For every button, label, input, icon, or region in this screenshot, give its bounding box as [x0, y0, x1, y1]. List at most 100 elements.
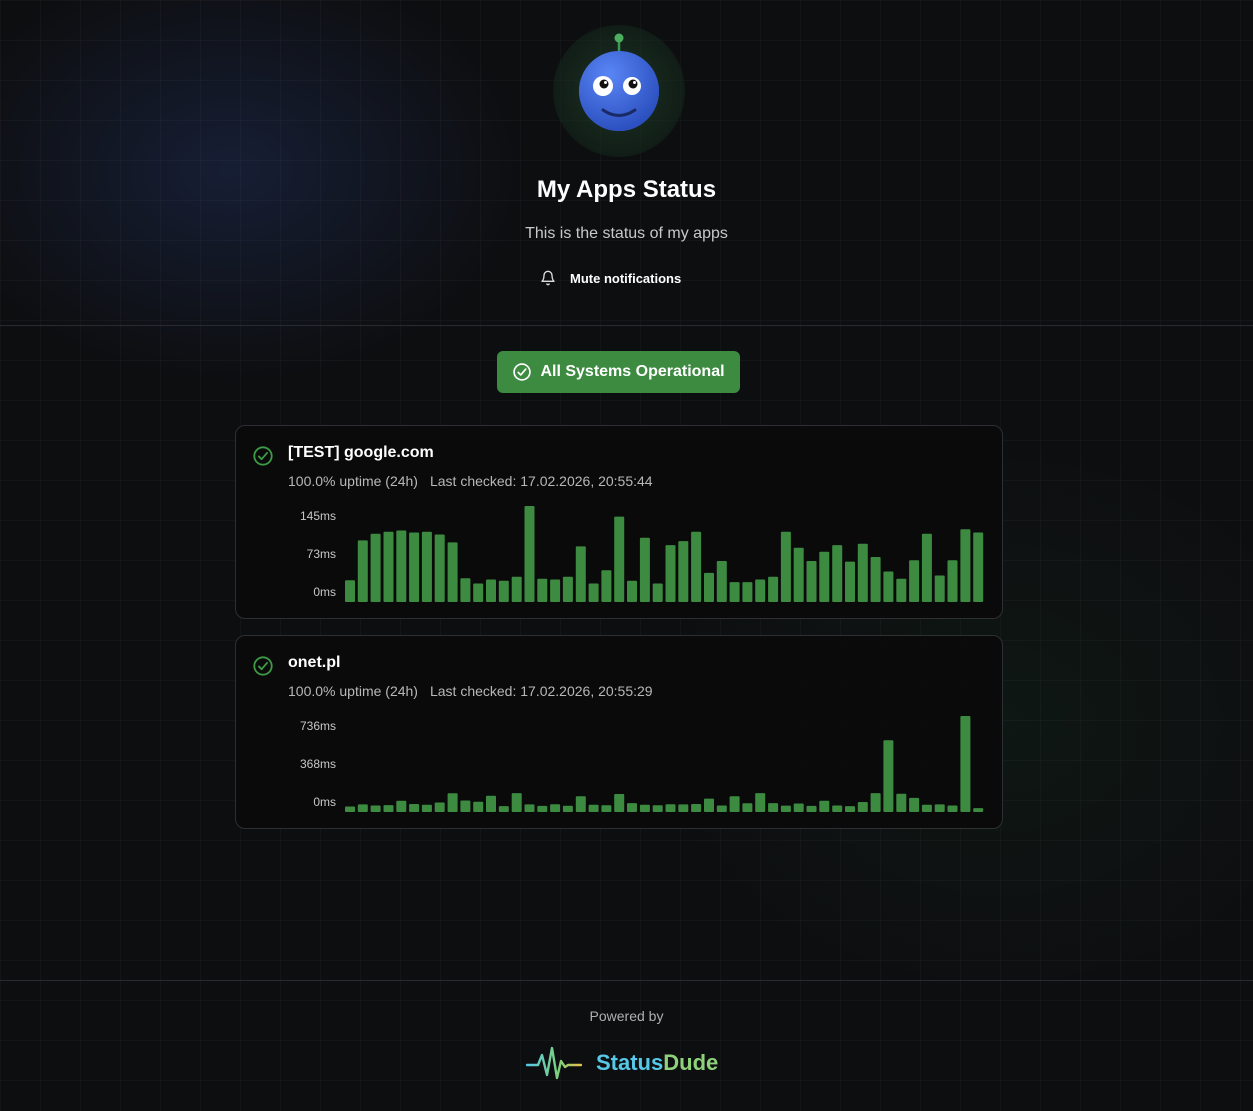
statusdude-brand-link[interactable]: StatusDude: [526, 1043, 718, 1083]
mute-notifications-button[interactable]: Mute notifications: [540, 264, 681, 292]
chart-bar[interactable]: [665, 545, 676, 602]
monitor-card[interactable]: onet.pl 100.0% uptime (24h) Last checked:…: [235, 635, 1003, 829]
chart-bar[interactable]: [473, 801, 484, 812]
chart-bar[interactable]: [921, 533, 932, 602]
chart-bar[interactable]: [601, 570, 612, 602]
chart-bar[interactable]: [434, 534, 445, 603]
chart-bar[interactable]: [486, 795, 496, 812]
chart-bar[interactable]: [357, 804, 368, 812]
chart-bar[interactable]: [524, 804, 535, 812]
chart-bar[interactable]: [857, 543, 868, 602]
chart-bar[interactable]: [383, 805, 394, 812]
chart-bar[interactable]: [460, 578, 471, 602]
chart-bar[interactable]: [896, 793, 907, 812]
chart-bar[interactable]: [716, 561, 727, 602]
chart-bar[interactable]: [550, 579, 561, 603]
chart-bar[interactable]: [960, 716, 971, 812]
chart-bar[interactable]: [652, 583, 663, 603]
chart-bar[interactable]: [819, 800, 830, 812]
chart-bar[interactable]: [691, 804, 702, 812]
chart-bar[interactable]: [729, 582, 740, 602]
chart-bar[interactable]: [345, 806, 355, 813]
chart-bar[interactable]: [345, 580, 355, 602]
chart-bar[interactable]: [934, 804, 945, 812]
chart-bar[interactable]: [575, 796, 586, 812]
chart-bar[interactable]: [473, 583, 484, 603]
chart-bar[interactable]: [780, 805, 791, 812]
chart-bar[interactable]: [768, 576, 779, 602]
chart-bar[interactable]: [768, 803, 779, 812]
chart-bar[interactable]: [870, 557, 881, 602]
chart-bar[interactable]: [896, 578, 907, 602]
chart-bar[interactable]: [832, 805, 843, 813]
chart-bar[interactable]: [498, 806, 509, 812]
chart-bar[interactable]: [639, 804, 650, 812]
chart-bar[interactable]: [498, 580, 509, 602]
chart-bar[interactable]: [486, 579, 496, 603]
chart-bar[interactable]: [575, 546, 586, 602]
chart-bar[interactable]: [588, 583, 599, 603]
chart-bar[interactable]: [562, 805, 573, 812]
chart-bar[interactable]: [550, 804, 561, 812]
chart-bar[interactable]: [511, 576, 522, 602]
chart-bar[interactable]: [921, 804, 932, 812]
chart-bar[interactable]: [845, 806, 855, 812]
chart-bar[interactable]: [883, 740, 894, 812]
chart-bar[interactable]: [421, 804, 432, 812]
chart-bar[interactable]: [614, 516, 625, 602]
chart-bar[interactable]: [421, 531, 432, 602]
chart-bar[interactable]: [639, 537, 650, 602]
chart-bar[interactable]: [537, 578, 548, 602]
chart-bar[interactable]: [588, 804, 599, 812]
chart-bar[interactable]: [511, 793, 522, 812]
chart-bar[interactable]: [819, 551, 830, 602]
chart-bar[interactable]: [691, 531, 702, 602]
chart-bar[interactable]: [409, 532, 420, 603]
chart-bar[interactable]: [601, 805, 612, 812]
chart-bar[interactable]: [755, 793, 766, 812]
chart-bar[interactable]: [806, 561, 817, 602]
chart-bar[interactable]: [447, 793, 458, 812]
chart-bar[interactable]: [960, 529, 971, 602]
chart-bar[interactable]: [704, 798, 714, 812]
chart-bar[interactable]: [614, 794, 625, 812]
monitor-card[interactable]: [TEST] google.com 100.0% uptime (24h) Las…: [235, 425, 1003, 619]
chart-bar[interactable]: [973, 808, 984, 812]
chart-bar[interactable]: [947, 560, 958, 602]
chart-bar[interactable]: [537, 805, 548, 812]
chart-bar[interactable]: [409, 804, 420, 812]
chart-bar[interactable]: [845, 561, 855, 602]
chart-bar[interactable]: [883, 571, 894, 603]
chart-bar[interactable]: [562, 576, 573, 602]
chart-bar[interactable]: [870, 793, 881, 812]
overall-status-badge[interactable]: All Systems Operational: [497, 351, 740, 393]
chart-bar[interactable]: [729, 796, 740, 812]
chart-bar[interactable]: [934, 575, 945, 603]
chart-bar[interactable]: [652, 805, 663, 812]
chart-bar[interactable]: [627, 580, 637, 602]
chart-bar[interactable]: [678, 541, 689, 602]
chart-bar[interactable]: [370, 805, 381, 813]
chart-bar[interactable]: [665, 804, 676, 812]
chart-bar[interactable]: [857, 802, 868, 812]
chart-bar[interactable]: [793, 547, 804, 602]
chart-bar[interactable]: [627, 803, 637, 812]
chart-bar[interactable]: [755, 579, 766, 603]
chart-bar[interactable]: [973, 532, 984, 603]
chart-bar[interactable]: [806, 805, 817, 812]
chart-bar[interactable]: [793, 803, 804, 813]
chart-bar[interactable]: [742, 803, 753, 812]
chart-bar[interactable]: [396, 800, 407, 812]
chart-bar[interactable]: [524, 506, 535, 602]
chart-bar[interactable]: [832, 545, 843, 602]
chart-bar[interactable]: [396, 530, 407, 603]
chart-bar[interactable]: [383, 531, 394, 602]
chart-bar[interactable]: [447, 542, 458, 602]
chart-bar[interactable]: [947, 805, 958, 813]
chart-bar[interactable]: [716, 805, 727, 813]
chart-bar[interactable]: [460, 800, 471, 813]
chart-bar[interactable]: [780, 531, 791, 602]
chart-bar[interactable]: [909, 560, 920, 602]
chart-bar[interactable]: [742, 582, 753, 602]
chart-bar[interactable]: [434, 802, 445, 813]
